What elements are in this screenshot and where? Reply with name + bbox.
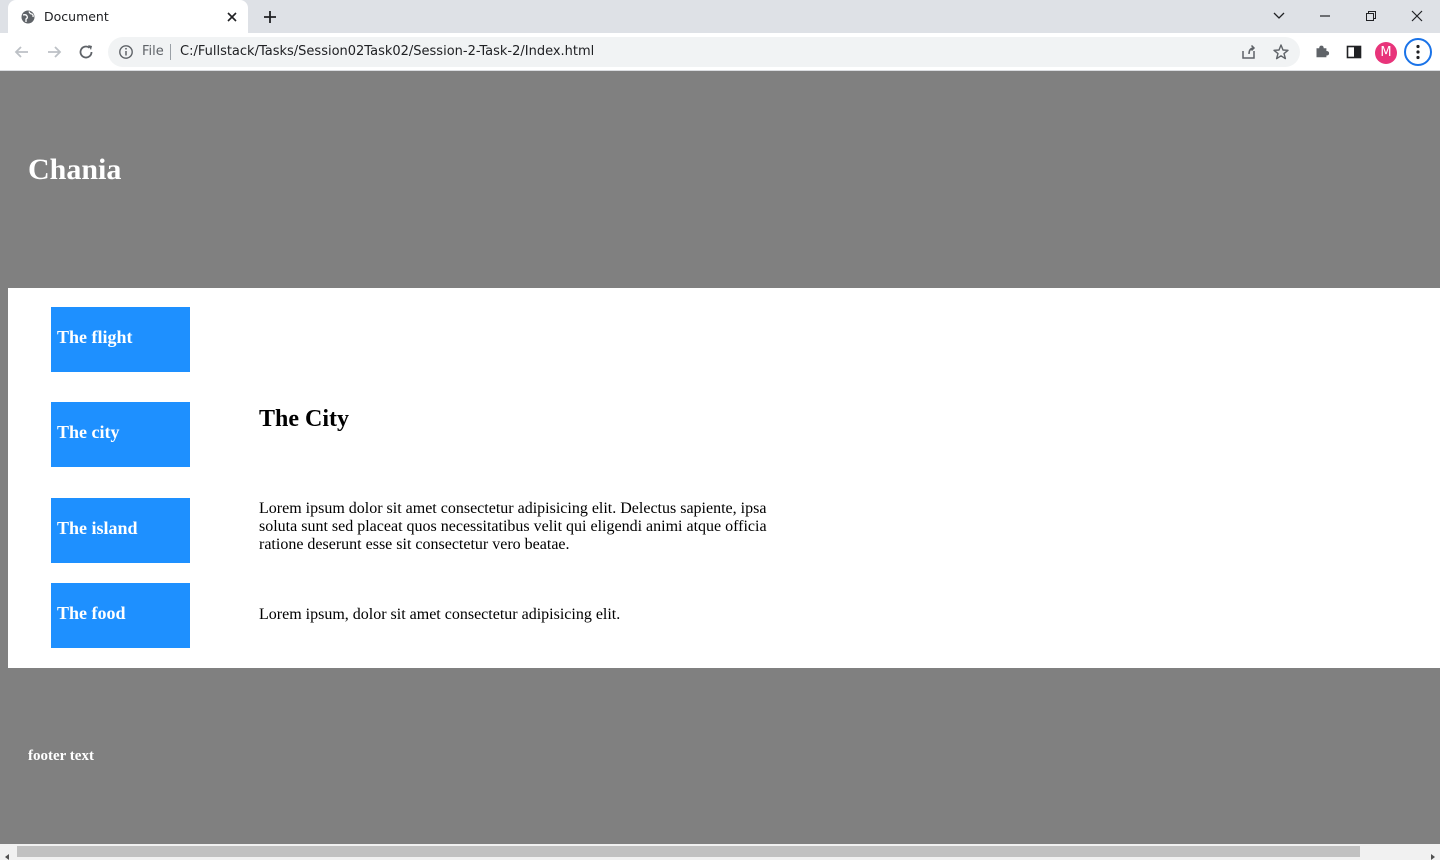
restore-icon[interactable]	[1361, 6, 1381, 26]
main-content: The flight The city The island The food …	[8, 288, 1440, 668]
plus-icon[interactable]	[261, 8, 279, 26]
page-title: Chania	[28, 153, 122, 186]
page-viewport: Chania The flight The city The island Th…	[0, 71, 1440, 844]
side-panel-icon[interactable]	[1344, 42, 1364, 62]
nav-item-the-flight[interactable]: The flight	[51, 307, 190, 372]
reload-icon[interactable]	[76, 42, 96, 62]
forward-arrow-icon[interactable]	[44, 42, 64, 62]
address-bar[interactable]: File C:/Fullstack/Tasks/Session02Task02/…	[108, 37, 1300, 67]
nav-item-label: The island	[57, 518, 138, 538]
page-header: Chania	[0, 71, 1440, 288]
scroll-right-icon[interactable]	[1428, 847, 1438, 860]
share-icon[interactable]	[1240, 43, 1258, 61]
info-icon[interactable]	[118, 44, 134, 60]
browser-toolbar: File C:/Fullstack/Tasks/Session02Task02/…	[0, 33, 1440, 71]
article-title: The City	[259, 406, 349, 432]
article-paragraph: Lorem ipsum, dolor sit amet consectetur …	[259, 606, 621, 623]
back-arrow-icon[interactable]	[12, 42, 32, 62]
tab-title: Document	[44, 9, 109, 24]
article-paragraph: Lorem ipsum dolor sit amet consectetur a…	[259, 500, 767, 553]
nav-item-label: The flight	[57, 327, 133, 347]
page-footer: footer text	[0, 668, 1440, 844]
star-icon[interactable]	[1272, 43, 1290, 61]
nav-item-label: The food	[57, 603, 126, 623]
minimize-icon[interactable]	[1315, 6, 1335, 26]
avatar[interactable]: M	[1375, 42, 1397, 64]
nav-item-the-city[interactable]: The city	[51, 402, 190, 467]
chevron-down-icon[interactable]	[1269, 6, 1289, 26]
tab-strip: Document	[0, 0, 1440, 33]
nav-item-the-island[interactable]: The island	[51, 498, 190, 563]
globe-icon	[20, 9, 36, 25]
nav-item-the-food[interactable]: The food	[51, 583, 190, 648]
url-text[interactable]: C:/Fullstack/Tasks/Session02Task02/Sessi…	[180, 44, 594, 59]
scheme-label: File	[142, 44, 164, 59]
nav-item-label: The city	[57, 422, 120, 442]
scrollbar-thumb[interactable]	[17, 846, 1360, 857]
kebab-menu-icon[interactable]	[1404, 38, 1432, 66]
footer-text: footer text	[28, 748, 94, 764]
scroll-left-icon[interactable]	[2, 847, 12, 860]
close-window-icon[interactable]	[1407, 6, 1427, 26]
puzzle-icon[interactable]	[1312, 42, 1332, 62]
scheme-separator	[170, 44, 171, 60]
close-icon[interactable]	[224, 9, 240, 25]
browser-tab[interactable]: Document	[8, 0, 248, 33]
horizontal-scrollbar[interactable]	[0, 844, 1440, 860]
